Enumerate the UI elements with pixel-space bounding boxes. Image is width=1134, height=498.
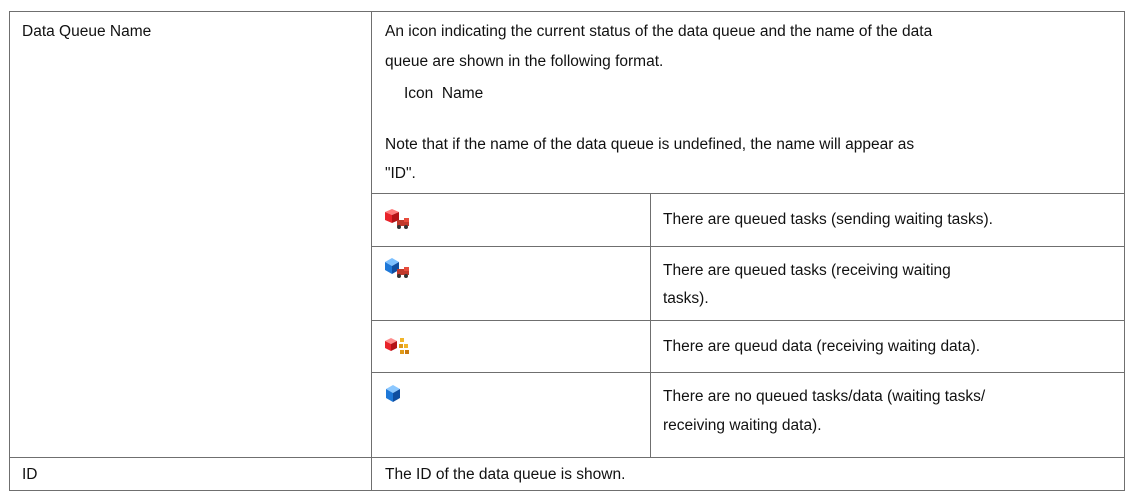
blue-block-with-truck-icon [385,258,409,278]
icon-state-text-1: There are queued tasks (sending waiting … [663,211,993,228]
icon-table-row-divider-3 [371,372,1125,373]
column-divider [371,11,372,491]
table-border [9,11,1125,491]
icon-state-text-2-line-1: There are queued tasks (receiving waitin… [663,262,951,279]
blue-block-icon [386,385,400,402]
icon-state-text-4-line-1: There are no queued tasks/data (waiting … [663,388,986,405]
icon-state-text-2-line-2: tasks). [663,290,709,307]
icon-table-top [371,193,1125,194]
icon-table-column-divider [650,193,651,457]
icon-state-text-4-line-2: receiving waiting data). [663,417,822,434]
row-divider [9,457,1125,458]
icon-table-row-divider-2 [371,320,1125,321]
red-block-with-data-icon [385,338,409,354]
description-line-1: An icon indicating the current status of… [385,23,933,40]
icon-state-text-3: There are queud data (receiving waiting … [663,338,981,355]
row-label-data-queue-name: Data Queue Name [22,23,152,40]
description-line-2: queue are shown in the following format. [385,53,664,70]
note-line-2: "ID". [385,165,416,182]
icon-table-row-divider-1 [371,246,1125,247]
red-block-with-truck-icon [385,209,409,229]
id-description: The ID of the data queue is shown. [385,466,626,483]
note-line-1: Note that if the name of the data queue … [385,136,915,153]
format-line: Icon Name [404,85,484,102]
row-label-id: ID [22,466,38,483]
